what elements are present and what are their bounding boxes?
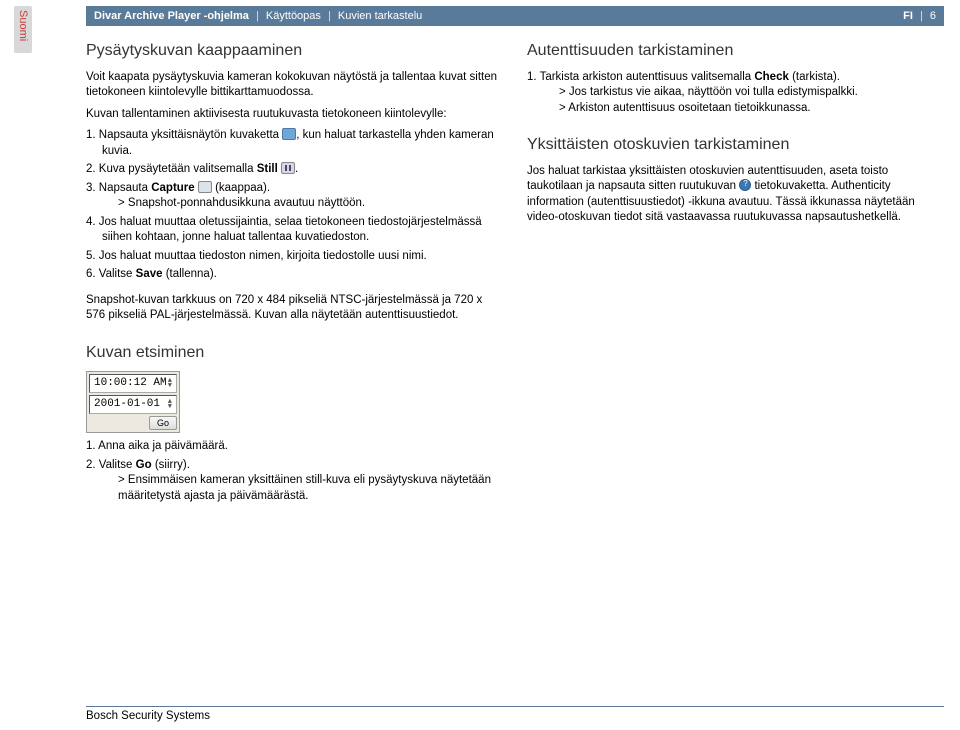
footer-company: Bosch Security Systems — [86, 710, 210, 722]
crumb-guide: Käyttöopas — [266, 10, 321, 22]
capture-icon — [198, 181, 212, 193]
page-indicator: FI | 6 — [903, 10, 936, 22]
breadcrumb-separator: | — [920, 10, 923, 22]
step-3-sub: > Snapshot-ponnahdusikkuna avautuu näytt… — [102, 196, 503, 212]
section-single: Yksittäisten otoskuvien tarkistaminen Jo… — [527, 134, 944, 226]
breadcrumb-separator: | — [256, 10, 259, 22]
resolution-note: Snapshot-kuvan tarkkuus on 720 x 484 pik… — [86, 293, 503, 324]
language-tab: Suomi — [14, 6, 32, 53]
spinner-icon[interactable]: ▲▼ — [168, 400, 172, 410]
auth-sub-1: > Jos tarkistus vie aikaa, näyttöön voi … — [543, 85, 944, 101]
breadcrumb: Divar Archive Player -ohjelma | Käyttöop… — [94, 10, 903, 22]
search-widget: 10:00:12 AM ▲▼ 2001-01-01 ▲▼ Go — [86, 371, 180, 433]
auth-step-1: 1. Tarkista arkiston autenttisuus valits… — [527, 70, 944, 117]
single-text: Jos haluat tarkistaa yksittäisten otosku… — [527, 164, 944, 226]
search-step-2-sub: > Ensimmäisen kameran yksittäinen still-… — [102, 473, 503, 504]
auth-sub-2: > Arkiston autenttisuus osoitetaan tieto… — [543, 101, 944, 117]
time-field[interactable]: 10:00:12 AM ▲▼ — [89, 374, 177, 393]
right-column: Autenttisuuden tarkistaminen 1. Tarkista… — [527, 40, 944, 690]
page-number: 6 — [930, 10, 936, 22]
heading-capture: Pysäytyskuvan kaappaaminen — [86, 40, 503, 62]
spinner-icon[interactable]: ▲▼ — [168, 379, 172, 389]
search-steps: 1. Anna aika ja päivämäärä. 2. Valitse G… — [86, 439, 503, 504]
step-5: 5. Jos haluat muuttaa tiedoston nimen, k… — [86, 249, 503, 265]
still-icon — [281, 162, 295, 174]
left-column: Pysäytyskuvan kaappaaminen Voit kaapata … — [86, 40, 503, 690]
step-3: 3. Napsauta Capture (kaappaa). > Snapsho… — [86, 181, 503, 212]
section-capture: Pysäytyskuvan kaappaaminen Voit kaapata … — [86, 40, 503, 324]
footer: Bosch Security Systems — [86, 706, 944, 722]
crumb-section: Kuvien tarkastelu — [338, 10, 422, 22]
date-field[interactable]: 2001-01-01 ▲▼ — [89, 395, 177, 414]
step-2: 2. Kuva pysäytetään valitsemalla Still . — [86, 162, 503, 178]
section-search: Kuvan etsiminen 10:00:12 AM ▲▼ 2001-01-0… — [86, 342, 503, 504]
heading-auth: Autenttisuuden tarkistaminen — [527, 40, 944, 62]
save-lead: Kuvan tallentaminen aktiivisesta ruutuku… — [86, 107, 503, 123]
intro-text: Voit kaapata pysäytyskuvia kameran kokok… — [86, 70, 503, 101]
lang-code: FI — [903, 10, 913, 22]
product-name: Divar Archive Player -ohjelma — [94, 10, 249, 22]
search-step-1: 1. Anna aika ja päivämäärä. — [86, 439, 503, 455]
step-6: 6. Valitse Save (tallenna). — [86, 267, 503, 283]
step-4: 4. Jos haluat muuttaa oletussijaintia, s… — [86, 215, 503, 246]
search-step-2: 2. Valitse Go (siirry). > Ensimmäisen ka… — [86, 458, 503, 505]
capture-steps: 1. Napsauta yksittäisnäytön kuvaketta , … — [86, 128, 503, 283]
breadcrumb-separator: | — [328, 10, 331, 22]
heading-search: Kuvan etsiminen — [86, 342, 503, 364]
auth-steps: 1. Tarkista arkiston autenttisuus valits… — [527, 70, 944, 117]
info-icon — [739, 179, 751, 191]
heading-single: Yksittäisten otoskuvien tarkistaminen — [527, 134, 944, 156]
header-bar: Divar Archive Player -ohjelma | Käyttöop… — [86, 6, 944, 26]
content-area: Pysäytyskuvan kaappaaminen Voit kaapata … — [86, 40, 944, 690]
date-value: 2001-01-01 — [94, 397, 160, 412]
step-1: 1. Napsauta yksittäisnäytön kuvaketta , … — [86, 128, 503, 159]
single-view-icon — [282, 128, 296, 140]
time-value: 10:00:12 AM — [94, 376, 167, 391]
go-button[interactable]: Go — [149, 416, 177, 430]
section-auth: Autenttisuuden tarkistaminen 1. Tarkista… — [527, 40, 944, 116]
